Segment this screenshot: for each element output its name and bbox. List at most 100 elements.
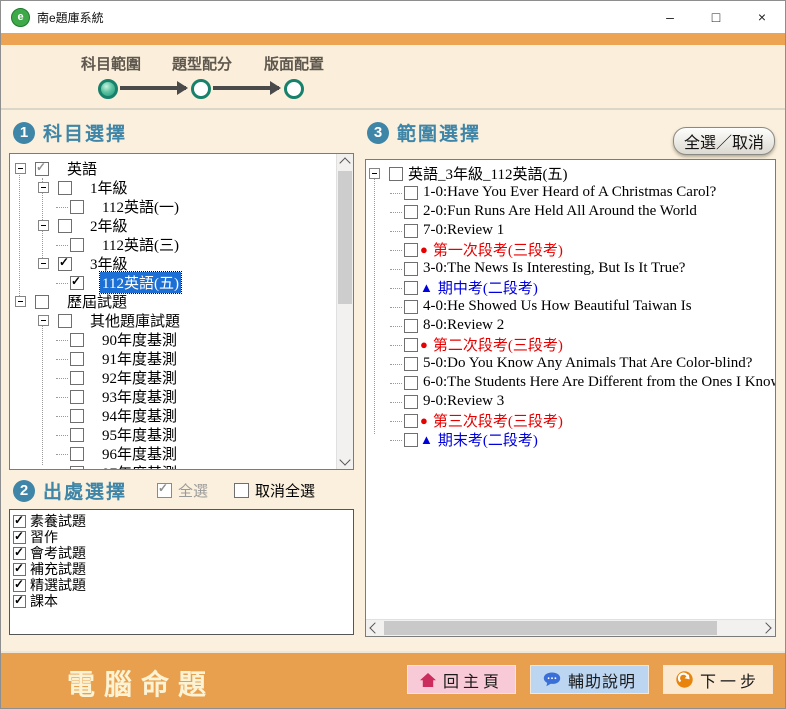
expand-toggle-icon[interactable]	[369, 168, 380, 179]
tree-row[interactable]: 6-0:The Students Here Are Different from…	[366, 373, 775, 392]
tree-item-label[interactable]: 英語_3年級_112英語(五)	[406, 163, 569, 184]
tree-row[interactable]: 英語_3年級_112英語(五)	[366, 164, 775, 183]
tree-item-label[interactable]: 其他題庫試題	[88, 310, 182, 331]
tree-item-label[interactable]: 1年級	[88, 177, 130, 198]
checkbox[interactable]	[13, 547, 26, 560]
scrollbar-thumb[interactable]	[338, 171, 352, 304]
tree-item-label[interactable]: 期中考(二段考)	[436, 277, 540, 298]
checkbox[interactable]	[70, 276, 84, 290]
tree-row[interactable]: 9-0:Review 3	[366, 392, 775, 411]
tree-row[interactable]: 2年級	[10, 216, 353, 235]
scroll-right-icon[interactable]	[760, 622, 771, 633]
checkbox[interactable]	[13, 563, 26, 576]
tree-item-label[interactable]: 6-0:The Students Here Are Different from…	[421, 374, 776, 391]
minimize-button[interactable]: –	[647, 1, 693, 33]
tree-row[interactable]: 93年度基測	[10, 387, 353, 406]
checkbox[interactable]	[70, 333, 84, 347]
select-all-checkbox[interactable]	[157, 483, 172, 498]
tree-item-label[interactable]: 95年度基測	[100, 424, 179, 445]
expand-toggle-icon[interactable]	[15, 163, 26, 174]
checkbox[interactable]	[404, 319, 418, 333]
checkbox[interactable]	[70, 200, 84, 214]
help-button[interactable]: 輔助說明	[530, 665, 649, 694]
checkbox[interactable]	[70, 409, 84, 423]
tree-item-label[interactable]: 112英語(三)	[100, 234, 181, 255]
tree-item-label[interactable]: 92年度基測	[100, 367, 179, 388]
checkbox[interactable]	[58, 257, 72, 271]
tree-row[interactable]: 4-0:He Showed Us How Beautiful Taiwan Is	[366, 297, 775, 316]
next-step-button[interactable]: 下一步	[663, 665, 773, 694]
horizontal-scrollbar[interactable]	[366, 619, 775, 636]
close-button[interactable]: ×	[739, 1, 785, 33]
expand-toggle-icon[interactable]	[38, 258, 49, 269]
tree-item-label[interactable]: 7-0:Review 1	[421, 222, 506, 239]
step-circle-2[interactable]	[191, 79, 211, 99]
checkbox[interactable]	[404, 338, 418, 352]
checkbox[interactable]	[13, 531, 26, 544]
step-circle-3[interactable]	[284, 79, 304, 99]
tree-item-label[interactable]: 94年度基測	[100, 405, 179, 426]
checkbox[interactable]	[70, 371, 84, 385]
source-item[interactable]: 素養試題	[10, 513, 353, 529]
checkbox[interactable]	[70, 428, 84, 442]
source-item[interactable]: 精選試題	[10, 577, 353, 593]
tree-item-label[interactable]: 8-0:Review 2	[421, 317, 506, 334]
tree-row[interactable]: ▲期中考(二段考)	[366, 278, 775, 297]
tree-row[interactable]: 5-0:Do You Know Any Animals That Are Col…	[366, 354, 775, 373]
checkbox[interactable]	[70, 238, 84, 252]
checkbox[interactable]	[404, 414, 418, 428]
checkbox[interactable]	[404, 376, 418, 390]
tree-item-label[interactable]: 9-0:Review 3	[421, 393, 506, 410]
checkbox[interactable]	[404, 262, 418, 276]
checkbox[interactable]	[13, 579, 26, 592]
checkbox[interactable]	[35, 295, 49, 309]
tree-item-label[interactable]: 3年級	[88, 253, 130, 274]
deselect-all-checkbox[interactable]	[234, 483, 249, 498]
home-button[interactable]: 回主頁	[407, 665, 516, 694]
checkbox[interactable]	[13, 515, 26, 528]
tree-item-label[interactable]: 2年級	[88, 215, 130, 236]
tree-row[interactable]: 94年度基測	[10, 406, 353, 425]
tree-row[interactable]: 112英語(一)	[10, 197, 353, 216]
checkbox[interactable]	[58, 181, 72, 195]
tree-row[interactable]: 97年度基測	[10, 463, 353, 470]
tree-row[interactable]: 8-0:Review 2	[366, 316, 775, 335]
checkbox[interactable]	[13, 595, 26, 608]
tree-item-label[interactable]: 期末考(二段考)	[436, 429, 540, 450]
tree-item-label[interactable]: 112英語(一)	[100, 196, 181, 217]
tree-row[interactable]: 歷屆試題	[10, 292, 353, 311]
checkbox[interactable]	[404, 281, 418, 295]
checkbox[interactable]	[70, 466, 84, 471]
tree-row[interactable]: 英語	[10, 159, 353, 178]
tree-row[interactable]: 95年度基測	[10, 425, 353, 444]
tree-row[interactable]: 90年度基測	[10, 330, 353, 349]
expand-toggle-icon[interactable]	[15, 296, 26, 307]
vertical-scrollbar[interactable]	[336, 154, 353, 469]
checkbox[interactable]	[58, 314, 72, 328]
checkbox[interactable]	[404, 243, 418, 257]
tree-item-label[interactable]: 4-0:He Showed Us How Beautiful Taiwan Is	[421, 298, 694, 315]
tree-row[interactable]: ●第二次段考(三段考)	[366, 335, 775, 354]
tree-row[interactable]: ▲期末考(二段考)	[366, 430, 775, 449]
tree-row[interactable]: 1-0:Have You Ever Heard of A Christmas C…	[366, 183, 775, 202]
tree-row[interactable]: 92年度基測	[10, 368, 353, 387]
checkbox[interactable]	[389, 167, 403, 181]
tree-row[interactable]: 1年級	[10, 178, 353, 197]
checkbox[interactable]	[404, 224, 418, 238]
tree-item-label[interactable]: 93年度基測	[100, 386, 179, 407]
tree-item-label[interactable]: 112英語(五)	[100, 272, 181, 293]
checkbox[interactable]	[404, 186, 418, 200]
deselect-all-option[interactable]: 取消全選	[234, 480, 315, 501]
tree-row[interactable]: ●第三次段考(三段考)	[366, 411, 775, 430]
checkbox[interactable]	[404, 433, 418, 447]
tree-item-label[interactable]: 第二次段考(三段考)	[431, 334, 565, 355]
checkbox[interactable]	[70, 390, 84, 404]
select-all-option[interactable]: 全選	[157, 480, 208, 501]
checkbox[interactable]	[58, 219, 72, 233]
checkbox[interactable]	[404, 395, 418, 409]
tree-item-label[interactable]: 5-0:Do You Know Any Animals That Are Col…	[421, 355, 754, 372]
tree-item-label[interactable]: 91年度基測	[100, 348, 179, 369]
scroll-down-icon[interactable]	[339, 454, 350, 465]
tree-row[interactable]: 112英語(三)	[10, 235, 353, 254]
checkbox[interactable]	[35, 162, 49, 176]
